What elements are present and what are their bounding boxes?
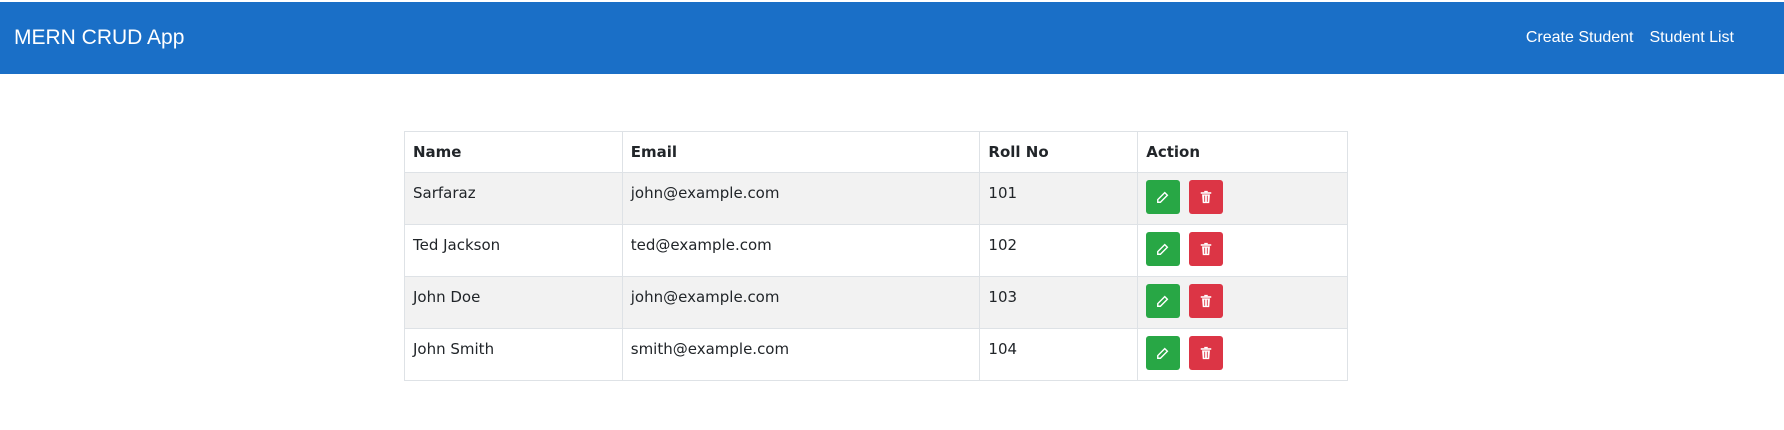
edit-icon	[1157, 191, 1169, 203]
edit-icon	[1157, 347, 1169, 359]
cell-name: John Smith	[404, 328, 623, 381]
header-action: Action	[1137, 131, 1348, 173]
cell-email: john@example.com	[621, 276, 981, 329]
cell-name: Sarfaraz	[404, 172, 623, 225]
cell-action	[1137, 328, 1348, 381]
cell-roll-no: 101	[979, 172, 1139, 225]
brand-link[interactable]: MERN CRUD App	[14, 26, 184, 50]
cell-email: ted@example.com	[621, 224, 981, 277]
cell-name: John Doe	[404, 276, 623, 329]
edit-icon	[1157, 243, 1169, 255]
cell-roll-no: 103	[979, 276, 1139, 329]
cell-action	[1137, 172, 1348, 225]
edit-icon	[1157, 295, 1169, 307]
cell-email: smith@example.com	[621, 328, 981, 381]
delete-button[interactable]	[1189, 284, 1224, 318]
edit-button[interactable]	[1146, 336, 1181, 370]
edit-button[interactable]	[1146, 284, 1181, 318]
delete-button[interactable]	[1189, 232, 1224, 266]
nav-link-create-student[interactable]: Create Student	[1526, 29, 1634, 47]
cell-action	[1137, 224, 1348, 277]
nav-link-student-list[interactable]: Student List	[1650, 29, 1735, 47]
trash-icon	[1200, 346, 1212, 360]
cell-name: Ted Jackson	[404, 224, 623, 277]
delete-button[interactable]	[1189, 180, 1224, 214]
table-row: Sarfaraz john@example.com 101	[404, 172, 1348, 225]
edit-button[interactable]	[1146, 232, 1181, 266]
table-header-row: Name Email Roll No Action	[404, 131, 1348, 173]
edit-button[interactable]	[1146, 180, 1181, 214]
navbar: MERN CRUD App Create Student Student Lis…	[0, 2, 1784, 74]
table-row: Ted Jackson ted@example.com 102	[404, 224, 1348, 277]
student-table-container: Name Email Roll No Action Sarfaraz john@…	[404, 131, 1348, 381]
trash-icon	[1200, 242, 1212, 256]
header-roll-no: Roll No	[979, 131, 1139, 173]
cell-action	[1137, 276, 1348, 329]
trash-icon	[1200, 294, 1212, 308]
table-row: John Smith smith@example.com 104	[404, 328, 1348, 381]
cell-email: john@example.com	[621, 172, 981, 225]
cell-roll-no: 104	[979, 328, 1139, 381]
table-row: John Doe john@example.com 103	[404, 276, 1348, 329]
delete-button[interactable]	[1189, 336, 1224, 370]
header-name: Name	[404, 131, 623, 173]
student-table: Name Email Roll No Action Sarfaraz john@…	[404, 131, 1348, 381]
trash-icon	[1200, 190, 1212, 204]
nav-links: Create Student Student List	[1526, 29, 1734, 47]
cell-roll-no: 102	[979, 224, 1139, 277]
header-email: Email	[621, 131, 981, 173]
